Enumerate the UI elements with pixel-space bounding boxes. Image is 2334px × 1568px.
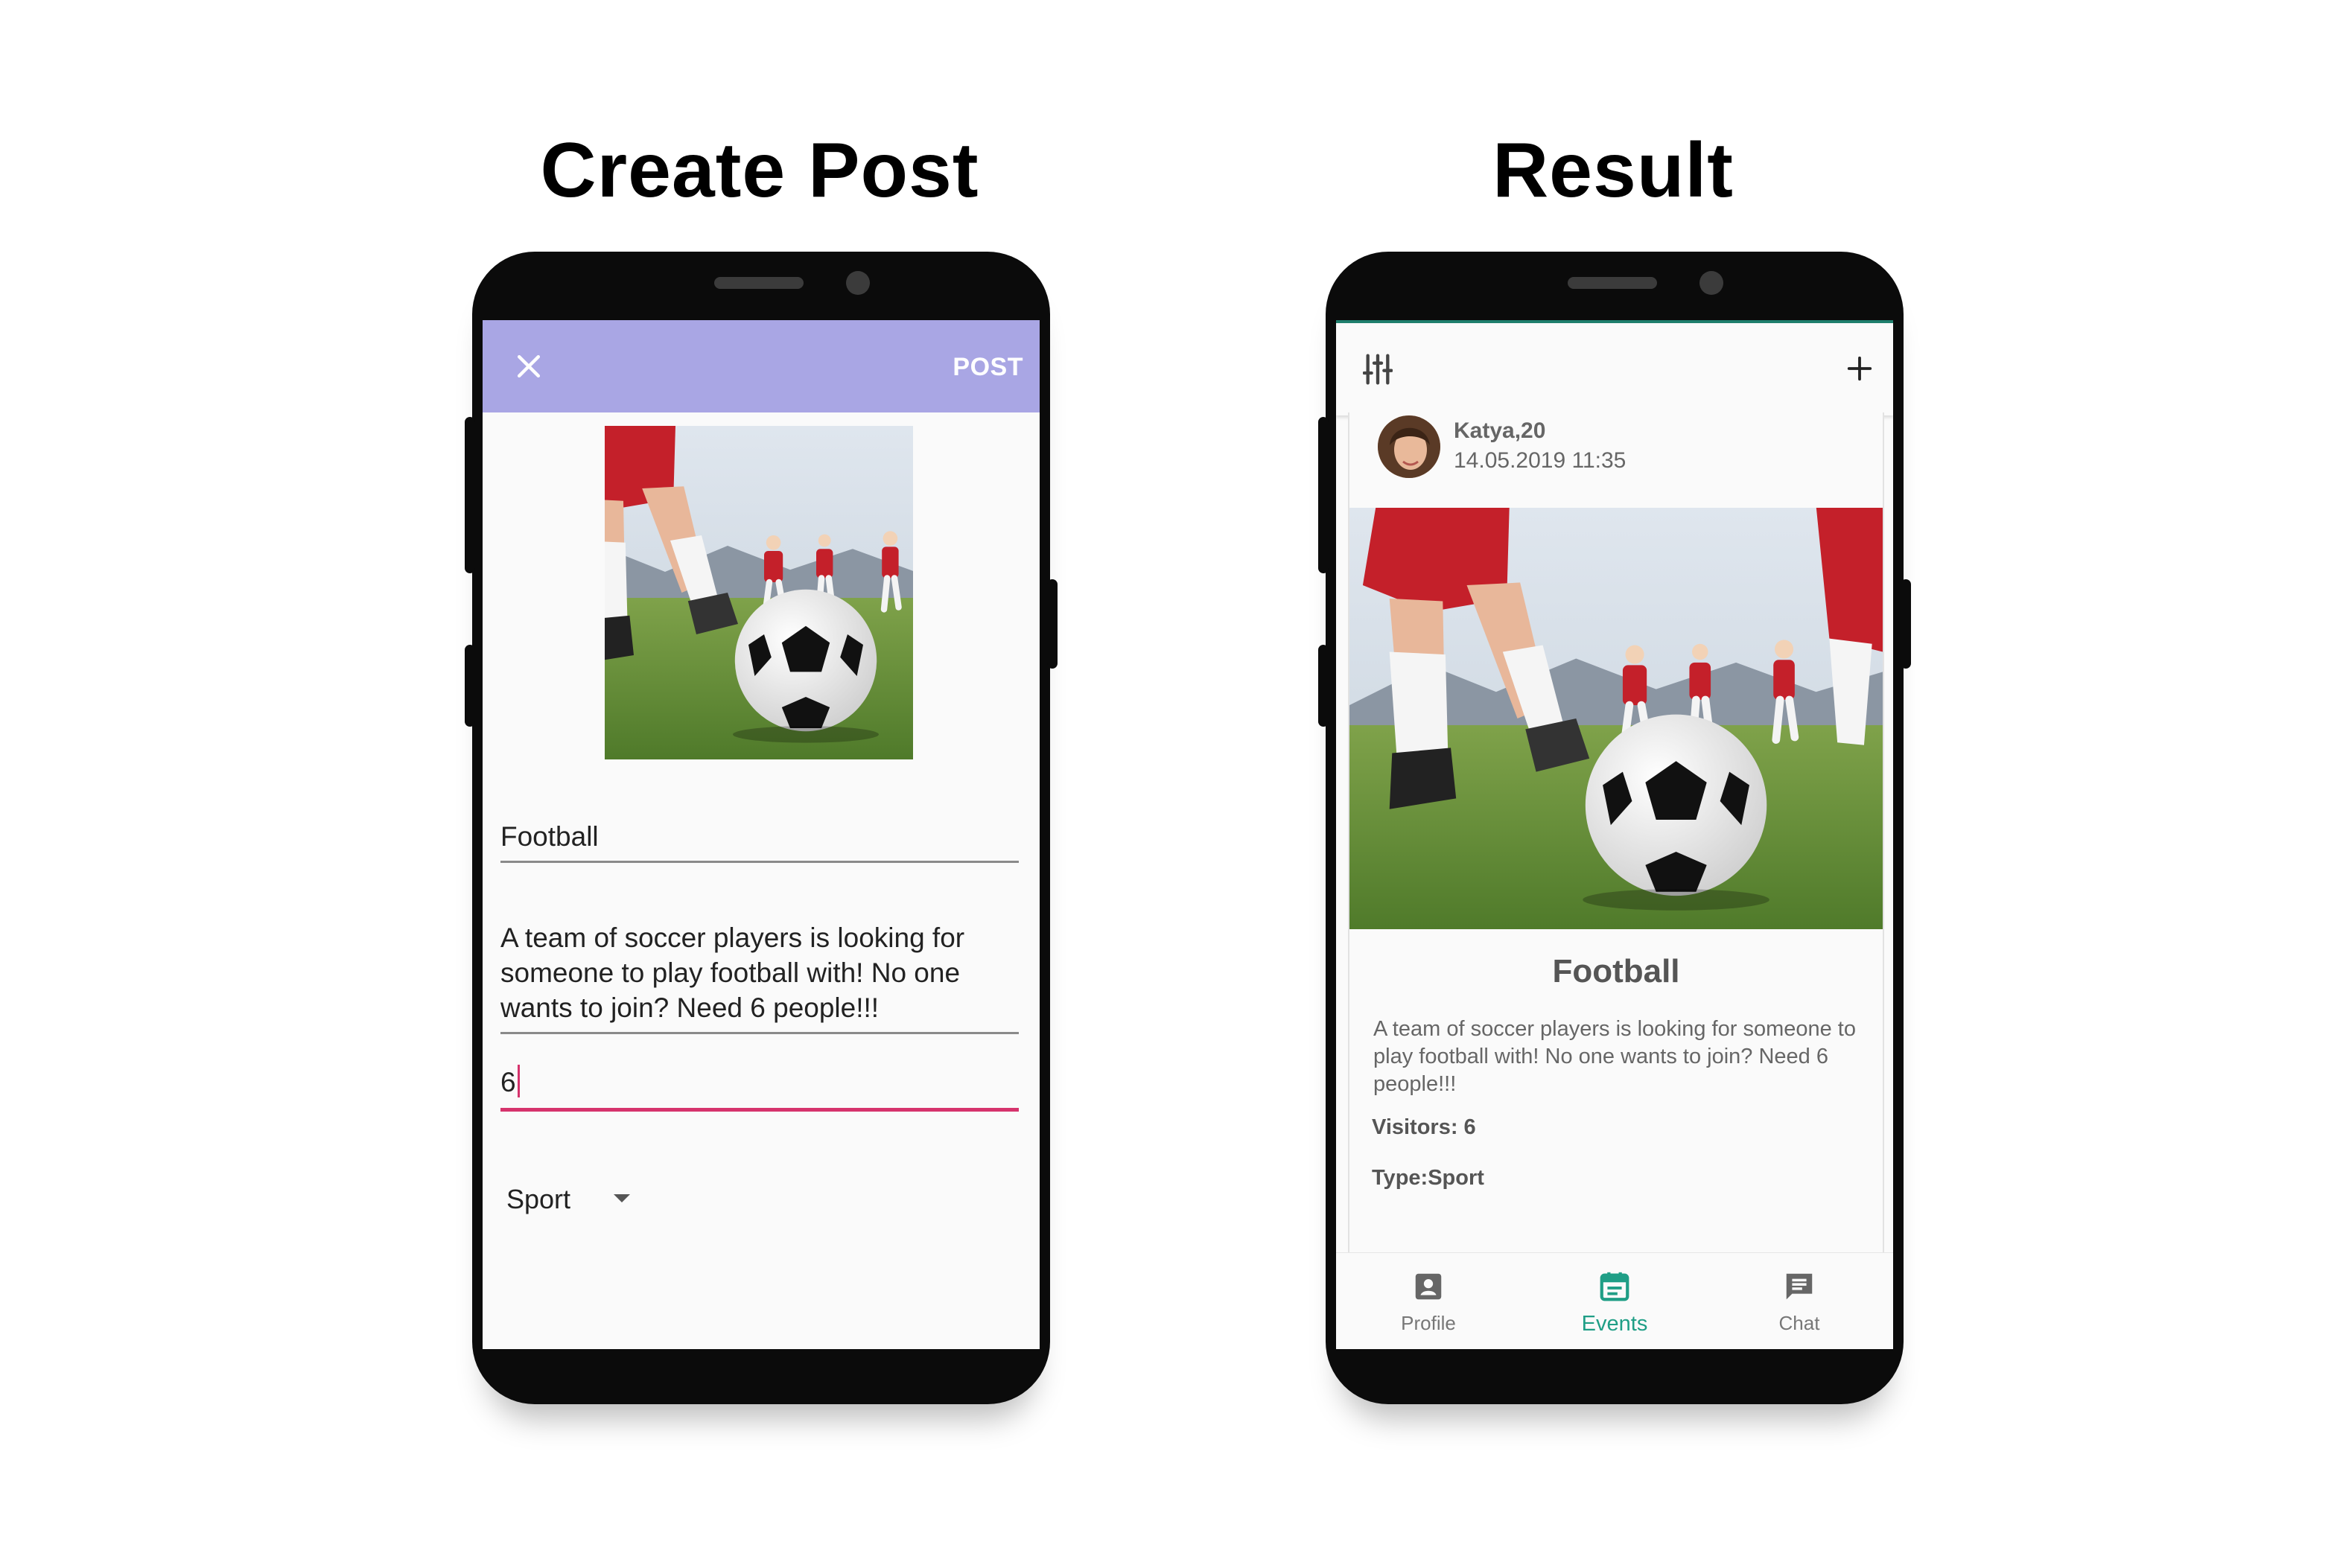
result-screen: Katya,20 14.05.2019 11:35 Football A tea…	[1336, 320, 1893, 1349]
create-post-heading: Create Post	[540, 127, 979, 214]
phone-side-button	[1318, 645, 1329, 727]
post-type: Type:Sport	[1372, 1166, 1484, 1190]
avatar[interactable]	[1378, 415, 1440, 478]
result-toolbar	[1336, 320, 1893, 415]
result-heading: Result	[1492, 127, 1734, 214]
post-title: Football	[1552, 953, 1680, 989]
visitors-input-value: 6	[500, 1067, 516, 1097]
post-description: A team of soccer players is looking for …	[1373, 1017, 1856, 1096]
dropdown-arrow-icon[interactable]	[614, 1194, 630, 1202]
post-image[interactable]	[1349, 508, 1883, 929]
description-input-underline	[500, 1032, 1019, 1034]
phone-camera	[1699, 271, 1723, 295]
visitors-input[interactable]: 6	[500, 1065, 1019, 1100]
post-card[interactable]: Katya,20 14.05.2019 11:35 Football A tea…	[1348, 412, 1884, 1252]
nav-label-chat: Chat	[1778, 1312, 1820, 1334]
phone-result: Katya,20 14.05.2019 11:35 Football A tea…	[1318, 252, 1911, 1404]
description-input[interactable]: A team of soccer players is looking for …	[500, 920, 1019, 1025]
create-post-toolbar: POST	[483, 320, 1040, 412]
create-post-screen: POST Football A team of soccer players i…	[483, 320, 1040, 1349]
post-author: Katya,20	[1454, 418, 1546, 443]
filter-icon[interactable]	[1363, 353, 1393, 386]
post-visitors: Visitors: 6	[1372, 1115, 1476, 1139]
phone-create-post: POST Football A team of soccer players i…	[465, 252, 1058, 1404]
phone-volume-button	[1318, 417, 1329, 573]
phone-power-button	[1047, 579, 1058, 669]
chat-icon	[1786, 1273, 1813, 1300]
title-input[interactable]: Football	[500, 819, 1019, 854]
post-date: 14.05.2019 11:35	[1454, 448, 1627, 473]
phone-volume-button	[465, 417, 475, 573]
phone-speaker	[1568, 277, 1657, 289]
visitors-input-underline	[500, 1108, 1019, 1112]
nav-label-profile: Profile	[1401, 1312, 1456, 1334]
nav-label-events: Events	[1581, 1312, 1648, 1336]
post-button[interactable]: POST	[953, 353, 1023, 382]
plus-icon[interactable]	[1845, 354, 1874, 383]
phone-power-button	[1901, 579, 1911, 669]
nav-item-events[interactable]: Events	[1540, 1269, 1689, 1336]
nav-item-chat[interactable]: Chat	[1725, 1269, 1874, 1335]
bottom-navigation: Profile Events Chat	[1336, 1252, 1893, 1349]
profile-icon	[1415, 1273, 1442, 1300]
phone-speaker	[714, 277, 804, 289]
post-image-preview[interactable]	[605, 426, 913, 759]
text-cursor	[517, 1065, 520, 1097]
phone-camera	[846, 271, 870, 295]
close-icon[interactable]	[512, 350, 545, 383]
phone-side-button	[465, 645, 475, 727]
title-input-underline	[500, 861, 1019, 863]
events-icon	[1600, 1272, 1629, 1301]
type-select[interactable]: Sport	[506, 1184, 570, 1215]
nav-item-profile[interactable]: Profile	[1354, 1269, 1503, 1335]
